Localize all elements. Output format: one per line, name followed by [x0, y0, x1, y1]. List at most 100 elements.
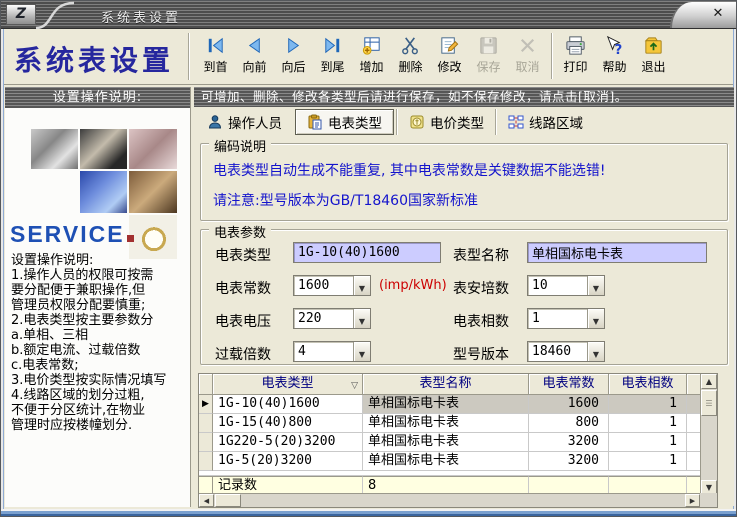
model-name-label: 表型名称 — [453, 245, 509, 265]
tab-operators[interactable]: 操作人员 — [196, 109, 293, 135]
sort-indicator-icon: ▽ — [351, 376, 358, 395]
model-version-label: 型号版本 — [453, 344, 509, 364]
cell-meter-type[interactable]: 1G-15(40)800 — [213, 414, 363, 433]
column-header-model-name[interactable]: 表型名称 — [363, 374, 529, 395]
exit-folder-icon — [642, 34, 665, 57]
h-scroll-thumb[interactable] — [215, 494, 241, 507]
header-separator — [188, 33, 189, 80]
save-floppy-icon — [477, 34, 500, 57]
cell-meter-constant[interactable]: 800 — [529, 414, 609, 433]
voltage-combobox[interactable]: 220 — [293, 308, 371, 329]
ampere-combobox[interactable]: 10 — [527, 275, 605, 296]
toolbar-label: 增加 — [359, 58, 383, 75]
close-button[interactable]: ✕ — [708, 5, 728, 23]
toolbar-button-next[interactable]: 向后 — [274, 31, 313, 83]
cell-meter-constant[interactable]: 1600 — [529, 395, 609, 414]
cell-model-name[interactable]: 单相国标电卡表 — [363, 452, 529, 471]
toolbar-button-prev[interactable]: 向前 — [235, 31, 274, 83]
overload-label: 过载倍数 — [215, 344, 271, 364]
chevron-down-icon[interactable] — [353, 276, 370, 295]
column-header-meter-type[interactable]: 电表类型 ▽ — [213, 374, 363, 395]
cell-phase[interactable]: 1 — [609, 414, 687, 433]
phase-combobox[interactable]: 1 — [527, 308, 605, 329]
chevron-down-icon[interactable] — [587, 276, 604, 295]
chevron-down-icon[interactable] — [587, 342, 604, 361]
cell-empty — [687, 395, 701, 414]
tab-price-type[interactable]: 电价类型 — [397, 109, 495, 135]
toolbar-button-exit[interactable]: 退出 — [634, 31, 673, 83]
toolbar-button-modify[interactable]: 修改 — [430, 31, 469, 83]
phase-value: 1 — [528, 309, 587, 328]
encoding-groupbox: 编码说明 电表类型自动生成不能重复, 其中电表常数是关键数据不能选错! 请注意:… — [200, 143, 728, 221]
chevron-down-icon[interactable] — [587, 309, 604, 328]
app-logo-icon: Z — [6, 4, 36, 25]
cell-meter-constant[interactable]: 3200 — [529, 433, 609, 452]
titlebar-curve-decoration — [34, 1, 80, 29]
scrollbar-corner — [700, 493, 717, 507]
cell-phase[interactable]: 1 — [609, 395, 687, 414]
cell-meter-type[interactable]: 1G220-5(20)3200 — [213, 433, 363, 452]
phase-label: 电表相数 — [453, 311, 509, 331]
tab-label: 电表类型 — [328, 112, 382, 132]
vertical-scrollbar[interactable]: ▲ ▼ — [700, 374, 717, 495]
toolbar-button-help[interactable]: ? 帮助 — [595, 31, 634, 83]
toolbar-button-delete[interactable]: 删除 — [391, 31, 430, 83]
toolbar-label: 退出 — [641, 58, 665, 75]
column-header-label: 电表类型 — [261, 376, 313, 391]
model-version-combobox[interactable]: 18460 — [527, 341, 605, 362]
meter-type-input[interactable] — [293, 242, 441, 263]
close-icon: ✕ — [713, 6, 724, 21]
toolbar-label: 修改 — [437, 58, 461, 75]
cell-phase[interactable]: 1 — [609, 452, 687, 471]
row-selector-cell[interactable] — [199, 433, 213, 452]
voltage-label: 电表电压 — [215, 311, 271, 331]
column-header-phase[interactable]: 电表相数 — [609, 374, 687, 395]
tab-label: 操作人员 — [228, 112, 282, 132]
encoding-groupbox-legend: 编码说明 — [209, 136, 271, 155]
row-selector-cell[interactable] — [199, 414, 213, 433]
cell-model-name[interactable]: 单相国标电卡表 — [363, 395, 529, 414]
scissors-icon — [399, 34, 422, 57]
overload-combobox[interactable]: 4 — [293, 341, 371, 362]
cell-phase[interactable]: 1 — [609, 433, 687, 452]
model-name-input[interactable] — [527, 242, 707, 263]
scroll-right-button[interactable]: ▶ — [685, 494, 700, 507]
toolbar-button-first[interactable]: 到首 — [196, 31, 235, 83]
toolbar-separator — [551, 33, 552, 79]
column-header-meter-constant[interactable]: 电表常数 — [529, 374, 609, 395]
horizontal-scrollbar[interactable]: ◀ ▶ — [199, 493, 700, 507]
cell-model-name[interactable]: 单相国标电卡表 — [363, 414, 529, 433]
scroll-left-button[interactable]: ◀ — [199, 494, 214, 507]
meter-table-grid: 电表类型 ▽ 表型名称 电表常数 电表相数 ▶ 1G-10(40)1600 单相… — [199, 374, 701, 495]
meter-constant-combobox[interactable]: 1600 — [293, 275, 371, 296]
cell-meter-type[interactable]: 1G-10(40)1600 — [213, 395, 363, 414]
toolbar: 到首 向前 向后 到尾 增加 删除 — [196, 31, 673, 83]
chevron-down-icon[interactable] — [353, 342, 370, 361]
tab-meter-type[interactable]: 电表类型 — [295, 109, 394, 135]
row-selector-cell[interactable] — [199, 452, 213, 471]
toolbar-button-add[interactable]: 增加 — [352, 31, 391, 83]
tab-line-region[interactable]: 线路区域 — [496, 109, 594, 135]
params-groupbox-legend: 电表参数 — [209, 222, 271, 241]
cell-model-name[interactable]: 单相国标电卡表 — [363, 433, 529, 452]
toolbar-label: 取消 — [515, 58, 539, 75]
titlebar[interactable]: Z 系统表设置 ✕ — [1, 1, 736, 29]
meter-constant-label: 电表常数 — [215, 278, 271, 298]
main-content: 可增加、删除、修改各类型后请进行保存，如不保存修改，请点击[取消]。 操作人员 … — [194, 87, 734, 506]
scroll-up-button[interactable]: ▲ — [701, 374, 717, 389]
meter-constant-unit: (imp/kWh) — [379, 278, 447, 293]
cell-meter-constant[interactable]: 3200 — [529, 452, 609, 471]
notice-bar: 可增加、删除、修改各类型后请进行保存，如不保存修改，请点击[取消]。 — [194, 87, 734, 107]
cell-meter-type[interactable]: 1G-5(20)3200 — [213, 452, 363, 471]
sidebar-header: 设置操作说明: — [5, 87, 190, 108]
chevron-down-icon[interactable] — [353, 309, 370, 328]
toolbar-button-last[interactable]: 到尾 — [313, 31, 352, 83]
bottom-frame — [1, 509, 736, 516]
voltage-value: 220 — [294, 309, 353, 328]
toolbar-button-print[interactable]: 打印 — [556, 31, 595, 83]
next-icon — [282, 34, 305, 57]
tab-bar: 操作人员 电表类型 电价类型 线路区域 — [196, 109, 594, 135]
cell-empty — [687, 414, 701, 433]
collage-tile-tools — [31, 129, 78, 169]
scroll-thumb[interactable] — [701, 390, 717, 416]
